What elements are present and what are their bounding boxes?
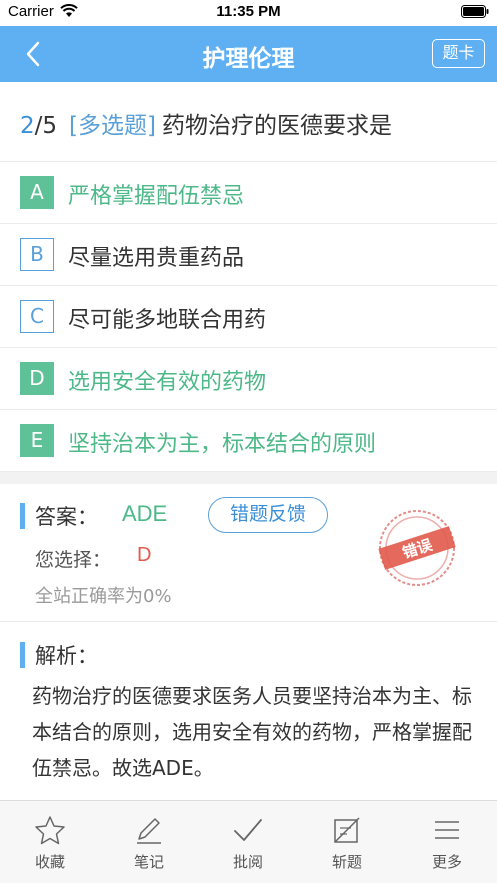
question-card-button[interactable]: 题卡: [432, 39, 485, 68]
option-d[interactable]: D 选用安全有效的药物: [0, 348, 497, 410]
accuracy-rate: 全站正确率为0%: [35, 586, 172, 607]
check-icon: [234, 819, 262, 841]
option-b[interactable]: B 尽量选用贵重药品: [0, 224, 497, 286]
pencil-icon: [137, 818, 161, 844]
status-bar: Carrier 11:35 PM: [0, 0, 497, 26]
section-divider: [0, 472, 497, 484]
question-total: /5: [34, 113, 58, 139]
nav-bar: 护理伦理 题卡: [0, 26, 497, 82]
option-letter: E: [20, 424, 54, 457]
option-letter: C: [20, 300, 54, 333]
answer-label: 答案：: [35, 505, 98, 529]
option-letter: D: [20, 362, 54, 395]
option-text: 尽可能多地联合用药: [68, 308, 267, 333]
analysis-label: 解析：: [35, 644, 98, 668]
your-choice-value: D: [137, 544, 152, 566]
option-text: 选用安全有效的药物: [68, 370, 267, 395]
menu-icon: [435, 821, 459, 839]
option-text: 坚持治本为主，标本结合的原则: [68, 432, 377, 457]
tab-label: 斩题: [331, 853, 362, 871]
option-text: 尽量选用贵重药品: [68, 246, 245, 271]
question-number: 2: [20, 113, 35, 139]
star-icon: [35, 816, 65, 845]
option-a[interactable]: A 严格掌握配伍禁忌: [0, 162, 497, 224]
tab-more[interactable]: 更多: [412, 815, 482, 879]
question-header: 2/5 [多选题] 药物治疗的医德要求是: [0, 82, 497, 162]
option-e[interactable]: E 坚持治本为主，标本结合的原则: [0, 410, 497, 472]
tab-favorite[interactable]: 收藏: [15, 815, 85, 879]
option-c[interactable]: C 尽可能多地联合用药: [0, 286, 497, 348]
status-time: 11:35 PM: [216, 3, 281, 20]
page-title: 护理伦理: [202, 46, 295, 72]
answer-value: ADE: [122, 501, 168, 526]
tab-label: 批阅: [232, 853, 263, 871]
tab-label: 笔记: [133, 853, 164, 871]
tab-review[interactable]: 批阅: [213, 815, 283, 879]
option-letter: A: [20, 176, 54, 209]
tab-cut-question[interactable]: 斩题: [312, 815, 382, 879]
error-feedback-button[interactable]: 错题反馈: [208, 497, 328, 533]
option-letter: B: [20, 238, 54, 271]
analysis-text: 药物治疗的医德要求医务人员要坚持治本为主、标本结合的原则，选用安全有效的药物，严…: [32, 684, 472, 780]
question-type: [多选题]: [69, 113, 156, 139]
tab-label: 收藏: [34, 853, 65, 871]
analysis-section: 解析： 药物治疗的医德要求医务人员要坚持治本为主、标本结合的原则，选用安全有效的…: [0, 622, 497, 798]
slash-icon: [334, 817, 360, 843]
tab-label: 更多: [431, 853, 462, 871]
battery-icon: [461, 5, 489, 18]
option-text: 严格掌握配伍禁忌: [68, 184, 245, 209]
wrong-stamp-icon: 错误: [378, 510, 456, 586]
bottom-tab-bar: 收藏 笔记 批阅 斩题 更多: [0, 800, 497, 883]
your-choice-label: 您选择：: [35, 549, 112, 571]
question-text: 药物治疗的医德要求是: [161, 113, 392, 139]
question-line: 2/5 [多选题] 药物治疗的医德要求是: [20, 106, 392, 140]
answer-accent-bar: [20, 503, 25, 529]
analysis-accent-bar: [20, 642, 25, 668]
tab-notes[interactable]: 笔记: [114, 815, 184, 879]
